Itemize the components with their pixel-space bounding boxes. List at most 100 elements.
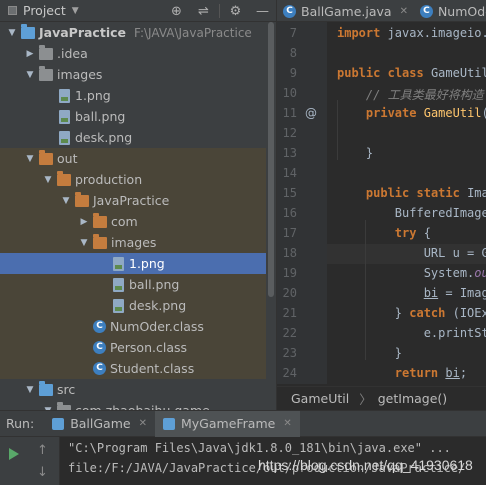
code-line: return bi; — [394, 366, 468, 380]
play-icon[interactable] — [9, 448, 19, 460]
breadcrumb-class[interactable]: GameUtil — [291, 391, 349, 406]
chevron-down-icon[interactable]: ▼ — [78, 238, 90, 248]
close-icon[interactable]: ✕ — [139, 418, 147, 429]
locate-icon[interactable]: ⊕ — [163, 4, 190, 19]
gear-icon[interactable]: ⚙ — [222, 4, 249, 19]
tree-item-label: 1.png — [129, 256, 165, 271]
tree-item[interactable]: ▼ JavaPractice F:\JAVA\JavaPractice — [0, 22, 266, 43]
folder-icon — [93, 233, 107, 249]
tree-item[interactable]: ▶desk.png — [0, 127, 266, 148]
tree-item[interactable]: ▶CPerson.class — [0, 337, 266, 358]
line-number: 13 — [282, 146, 297, 160]
close-icon[interactable]: ✕ — [400, 6, 408, 17]
image-file-icon — [113, 298, 124, 313]
project-header: Project ▼ ⊕ ⇌ ⚙ — — [0, 0, 276, 22]
toolbar-divider — [219, 4, 220, 18]
tree-item-label: out — [57, 151, 78, 166]
code-line: URL u = Ga — [337, 246, 486, 260]
tree-item[interactable]: ▶CStudent.class — [0, 358, 266, 379]
folder-icon — [39, 65, 53, 81]
line-number-gutter[interactable]: 7 8 9 10 11 @12 13 14 15 16 17 18 19 20 21 22 23 24 — [277, 22, 327, 384]
run-tab-label: BallGame — [70, 416, 131, 431]
tree-item-label: ball.png — [75, 109, 126, 124]
folder-icon — [93, 212, 107, 228]
arrow-up-icon[interactable]: ↑ — [37, 443, 48, 458]
line-number: 17 — [282, 226, 297, 240]
project-title[interactable]: Project — [23, 3, 66, 18]
tab-label: NumOde — [437, 3, 486, 19]
editor-panel: C BallGame.java ✕ C NumOde 7 8 9 10 11 @12 13 1… — [276, 0, 486, 410]
chevron-down-icon[interactable]: ▼ — [6, 28, 18, 38]
run-toolbar: ↑ ↓ — [0, 437, 60, 485]
override-marker-icon[interactable]: @ — [305, 106, 317, 120]
code-line: public static Imag — [365, 186, 486, 200]
code-line: bi = Image — [423, 286, 486, 300]
chevron-right-icon[interactable]: ▶ — [24, 49, 36, 59]
scrollbar-thumb[interactable] — [268, 22, 274, 297]
class-icon: C — [93, 320, 106, 333]
image-file-icon — [113, 256, 124, 271]
image-file-icon — [59, 130, 70, 145]
chevron-right-icon[interactable]: ▶ — [78, 217, 90, 227]
tree-item[interactable]: ▼com.zhaobaihu.game — [0, 400, 266, 410]
tree-item[interactable]: ▼ JavaPractice — [0, 190, 266, 211]
tab-label: BallGame.java — [301, 3, 392, 19]
chevron-down-icon[interactable]: ▼ — [24, 70, 36, 80]
tree-item[interactable]: ▼ out — [0, 148, 266, 169]
tab-ballgame[interactable]: C BallGame.java ✕ — [277, 0, 414, 22]
code-area[interactable]: import javax.imageio.I public class GameU… — [327, 22, 486, 384]
tree-item[interactable]: ▶ball.png — [0, 274, 266, 295]
chevron-down-icon[interactable]: ▼ — [24, 154, 36, 164]
line-number: 23 — [282, 346, 297, 360]
tree-item[interactable]: ▼ production — [0, 169, 266, 190]
tree-item-label: production — [75, 172, 143, 187]
project-scrollbar[interactable] — [266, 22, 276, 410]
line-number: 11 — [282, 106, 297, 120]
tree-item[interactable]: ▶1.png — [0, 253, 266, 274]
tree-item[interactable]: ▶1.png — [0, 85, 266, 106]
collapse-all-icon[interactable]: ⇌ — [190, 4, 217, 19]
tree-item[interactable]: ▼ images — [0, 64, 266, 85]
close-icon[interactable]: ✕ — [283, 418, 291, 429]
indent-guide — [337, 100, 338, 160]
tree-item[interactable]: ▼ images — [0, 232, 266, 253]
tree-item-label: Person.class — [110, 340, 188, 355]
chevron-right-icon: 〉 — [359, 392, 372, 407]
run-config-icon — [52, 417, 65, 430]
tree-item-label: desk.png — [75, 130, 133, 145]
class-icon: C — [93, 341, 106, 354]
tree-item-label: Student.class — [110, 361, 195, 376]
run-tab-label: MyGameFrame — [180, 416, 276, 431]
chevron-down-icon[interactable]: ▼ — [24, 385, 36, 395]
tree-item[interactable]: ▶desk.png — [0, 295, 266, 316]
tree-item[interactable]: ▶ball.png — [0, 106, 266, 127]
chevron-down-icon[interactable]: ▼ — [72, 6, 79, 16]
tree-item-label: JavaPractice — [93, 193, 170, 208]
tree-item[interactable]: ▼ src — [0, 379, 266, 400]
line-number: 10 — [282, 86, 297, 100]
line-number: 16 — [282, 206, 297, 220]
run-label: Run: — [6, 416, 35, 431]
tree-item[interactable]: ▶CNumOder.class — [0, 316, 266, 337]
image-file-icon — [59, 109, 70, 124]
chevron-down-icon[interactable]: ▼ — [60, 196, 72, 206]
folder-icon — [75, 191, 89, 207]
tree-item-label: ball.png — [129, 277, 180, 292]
breadcrumb-method[interactable]: getImage() — [378, 391, 447, 406]
editor-tabs: C BallGame.java ✕ C NumOde — [277, 0, 486, 22]
tab-run-ballgame[interactable]: BallGame ✕ — [44, 411, 155, 437]
tree-item-label: 1.png — [75, 88, 111, 103]
code-line: BufferedImage — [337, 206, 486, 220]
arrow-down-icon[interactable]: ↓ — [37, 465, 48, 480]
tab-numoder[interactable]: C NumOde — [414, 0, 486, 22]
code-line: System.out — [337, 266, 486, 280]
tree-item-label: NumOder.class — [110, 319, 204, 334]
run-panel: Run: BallGame ✕ MyGameFrame ✕ ↑ ↓ "C:\Pr… — [0, 410, 486, 485]
tree-item[interactable]: ▶ com — [0, 211, 266, 232]
chevron-down-icon[interactable]: ▼ — [42, 175, 54, 185]
hide-icon[interactable]: — — [249, 4, 276, 19]
code-line: private GameUtil( — [365, 106, 486, 120]
tab-run-mygameframe[interactable]: MyGameFrame ✕ — [154, 410, 300, 437]
image-file-icon — [113, 277, 124, 292]
tree-item[interactable]: ▶ .idea — [0, 43, 266, 64]
